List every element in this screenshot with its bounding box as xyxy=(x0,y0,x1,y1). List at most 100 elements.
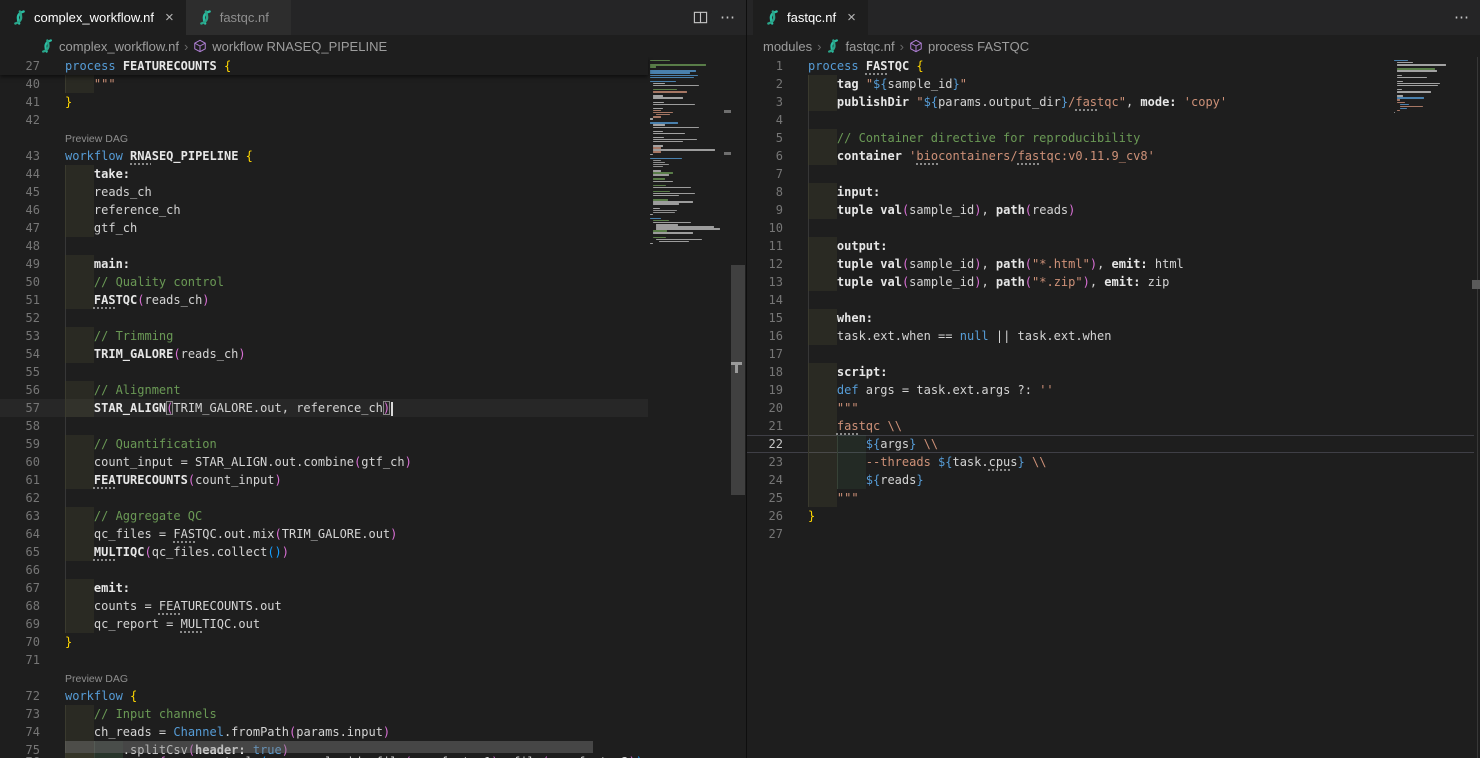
code-line-76[interactable]: 76.map { row -> tuple(row.sample_id, fil… xyxy=(0,753,648,758)
breadcrumb-item[interactable]: complex_workflow.nf xyxy=(40,39,179,54)
horizontal-scrollbar-thumb[interactable] xyxy=(65,741,593,753)
code-line-58[interactable]: 58 xyxy=(0,417,648,435)
breadcrumb-item[interactable]: modules xyxy=(763,39,812,54)
code-line-70[interactable]: 70} xyxy=(0,633,648,651)
code-line-69[interactable]: 69qc_report = MULTIQC.out xyxy=(0,615,648,633)
code-line-25[interactable]: 25""" xyxy=(747,489,1474,507)
code-line-24[interactable]: 24${reads} xyxy=(747,471,1474,489)
code-line-50[interactable]: 50// Quality control xyxy=(0,273,648,291)
breadcrumb-item[interactable]: process FASTQC xyxy=(909,39,1029,54)
code-line-51[interactable]: 51FASTQC(reads_ch) xyxy=(0,291,648,309)
code-line-9[interactable]: 9tuple val(sample_id), path(reads) xyxy=(747,201,1474,219)
code-line-8[interactable]: 8input: xyxy=(747,183,1474,201)
tab-fastqc-nf[interactable]: fastqc.nf× xyxy=(753,0,868,35)
code-line-45[interactable]: 45reads_ch xyxy=(0,183,648,201)
code-area[interactable]: 1process FASTQC {2tag "${sample_id}"3pub… xyxy=(747,57,1474,543)
code-line-12[interactable]: 12tuple val(sample_id), path("*.html"), … xyxy=(747,255,1474,273)
code-line-62[interactable]: 62 xyxy=(0,489,648,507)
code-line-46[interactable]: 46reference_ch xyxy=(0,201,648,219)
code-line-57[interactable]: 57STAR_ALIGN(TRIM_GALORE.out, reference_… xyxy=(0,399,648,417)
code-line-27[interactable]: 27 xyxy=(747,525,1474,543)
nextflow-icon xyxy=(40,39,54,53)
more-actions-icon[interactable]: ⋯ xyxy=(720,10,736,25)
code-line-44[interactable]: 44take: xyxy=(0,165,648,183)
code-line-41[interactable]: 41} xyxy=(0,93,648,111)
split-editor-icon[interactable] xyxy=(693,10,708,25)
minimap[interactable] xyxy=(648,57,731,758)
code-line-18[interactable]: 18script: xyxy=(747,363,1474,381)
code-line-14[interactable]: 14 xyxy=(747,291,1474,309)
code-line-71[interactable]: 71 xyxy=(0,651,648,669)
code-line-4[interactable]: 4 xyxy=(747,111,1474,129)
code-line-15[interactable]: 15when: xyxy=(747,309,1474,327)
code-line-65[interactable]: 65MULTIQC(qc_files.collect()) xyxy=(0,543,648,561)
code-line-5[interactable]: 5// Container directive for reproducibil… xyxy=(747,129,1474,147)
breadcrumb-item[interactable]: workflow RNASEQ_PIPELINE xyxy=(193,39,387,54)
code-line-3[interactable]: 3publishDir "${params.output_dir}/fastqc… xyxy=(747,93,1474,111)
code-line-7[interactable]: 7 xyxy=(747,165,1474,183)
code-line-53[interactable]: 53// Trimming xyxy=(0,327,648,345)
scrollbar-grip-stem[interactable] xyxy=(735,365,738,373)
codelens-link[interactable]: Preview DAG xyxy=(65,673,128,685)
code-line-27[interactable]: 27process FEATURECOUNTS { xyxy=(0,57,648,75)
sticky-scroll-line[interactable]: 27process FEATURECOUNTS { xyxy=(0,57,648,75)
code-line-43[interactable]: 43workflow RNASEQ_PIPELINE { xyxy=(0,147,648,165)
code-line-54[interactable]: 54TRIM_GALORE(reads_ch) xyxy=(0,345,648,363)
code-line-66[interactable]: 66 xyxy=(0,561,648,579)
line-number: 14 xyxy=(747,291,783,309)
code-line-67[interactable]: 67emit: xyxy=(0,579,648,597)
code-line-1[interactable]: 1process FASTQC { xyxy=(747,57,1474,75)
code-line-47[interactable]: 47gtf_ch xyxy=(0,219,648,237)
breadcrumb-item[interactable]: fastqc.nf xyxy=(826,39,894,54)
minimap[interactable] xyxy=(1392,57,1452,177)
code-token: ) xyxy=(383,401,390,415)
code-line-17[interactable]: 17 xyxy=(747,345,1474,363)
code-token: qc_files.collect xyxy=(152,545,268,559)
code-line-55[interactable]: 55 xyxy=(0,363,648,381)
more-actions-icon[interactable]: ⋯ xyxy=(1454,10,1470,25)
code-token: // Aggregate QC xyxy=(94,509,202,523)
code-token: // Quality control xyxy=(94,275,224,289)
code-line-64[interactable]: 64qc_files = FASTQC.out.mix(TRIM_GALORE.… xyxy=(0,525,648,543)
code-line-60[interactable]: 60count_input = STAR_ALIGN.out.combine(g… xyxy=(0,453,648,471)
code-line-26[interactable]: 26} xyxy=(747,507,1474,525)
code-line-74[interactable]: 74ch_reads = Channel.fromPath(params.inp… xyxy=(0,723,648,741)
code-line-63[interactable]: 63// Aggregate QC xyxy=(0,507,648,525)
code-line-59[interactable]: 59// Quantification xyxy=(0,435,648,453)
vertical-scrollbar-thumb[interactable] xyxy=(731,265,745,495)
code-line-56[interactable]: 56// Alignment xyxy=(0,381,648,399)
indent-guide-block xyxy=(65,753,94,758)
code-line-22[interactable]: 22${args} \\ xyxy=(747,435,1474,453)
code-line-49[interactable]: 49main: xyxy=(0,255,648,273)
code-line-19[interactable]: 19def args = task.ext.args ?: '' xyxy=(747,381,1474,399)
close-icon[interactable]: × xyxy=(847,10,856,25)
editor-right[interactable]: 1process FASTQC {2tag "${sample_id}"3pub… xyxy=(747,57,1480,758)
code-line-40[interactable]: 40""" xyxy=(0,75,648,93)
codelens-preview-dag[interactable]: Preview DAG xyxy=(0,129,648,147)
code-line-48[interactable]: 48 xyxy=(0,237,648,255)
code-line-68[interactable]: 68counts = FEATURECOUNTS.out xyxy=(0,597,648,615)
tab-complex_workflow-nf[interactable]: complex_workflow.nf× xyxy=(0,0,186,35)
codelens-preview-dag[interactable]: Preview DAG xyxy=(0,669,648,687)
code-line-13[interactable]: 13tuple val(sample_id), path("*.zip"), e… xyxy=(747,273,1474,291)
indent-guide xyxy=(808,165,809,183)
code-area[interactable]: 40"""41}42 Preview DAG 43workflow RNASEQ_P… xyxy=(0,75,648,758)
code-line-2[interactable]: 2tag "${sample_id}" xyxy=(747,75,1474,93)
code-line-10[interactable]: 10 xyxy=(747,219,1474,237)
tab-fastqc-nf[interactable]: fastqc.nf xyxy=(186,0,292,35)
code-line-6[interactable]: 6container 'biocontainers/fastqc:v0.11.9… xyxy=(747,147,1474,165)
code-line-23[interactable]: 23--threads ${task.cpus} \\ xyxy=(747,453,1474,471)
code-line-20[interactable]: 20""" xyxy=(747,399,1474,417)
close-icon[interactable]: × xyxy=(165,10,174,25)
line-number: 62 xyxy=(0,489,40,507)
code-line-61[interactable]: 61FEATURECOUNTS(count_input) xyxy=(0,471,648,489)
code-line-73[interactable]: 73// Input channels xyxy=(0,705,648,723)
code-line-16[interactable]: 16task.ext.when == null || task.ext.when xyxy=(747,327,1474,345)
code-line-11[interactable]: 11output: xyxy=(747,237,1474,255)
code-line-21[interactable]: 21fastqc \\ xyxy=(747,417,1474,435)
code-line-42[interactable]: 42 xyxy=(0,111,648,129)
editor-left[interactable]: 40"""41}42 Preview DAG 43workflow RNASEQ_P… xyxy=(0,57,746,758)
code-line-72[interactable]: 72workflow { xyxy=(0,687,648,705)
code-line-52[interactable]: 52 xyxy=(0,309,648,327)
codelens-link[interactable]: Preview DAG xyxy=(65,133,128,145)
